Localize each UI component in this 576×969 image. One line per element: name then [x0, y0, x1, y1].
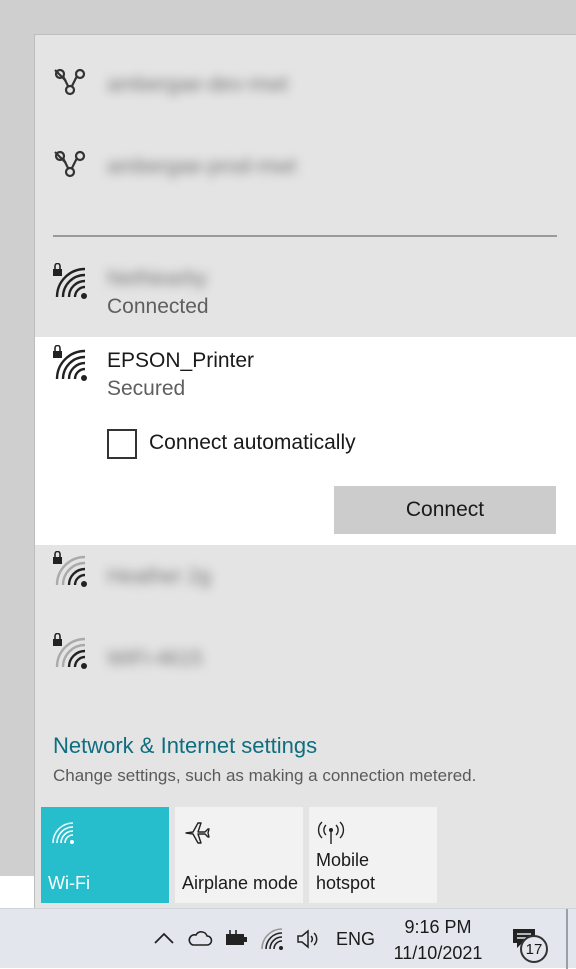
network-name: ambergae-prod-mwt	[107, 155, 297, 178]
network-status: Connected	[107, 295, 209, 318]
cellular-link-icon	[51, 65, 91, 105]
network-item[interactable]: ambergae-dev-mwt	[35, 65, 576, 109]
volume-icon[interactable]	[294, 925, 322, 953]
hotspot-icon	[317, 819, 345, 847]
network-item[interactable]: ambergae-prod-mwt	[35, 147, 576, 191]
secured-wifi-icon	[51, 262, 91, 303]
network-name: WiFi-4615	[107, 647, 203, 670]
network-name: EPSON_Printer	[107, 349, 255, 372]
airplane-mode-tile[interactable]: Airplane mode	[175, 807, 303, 903]
secured-wifi-weak-icon	[51, 550, 91, 591]
network-item[interactable]: WiFi-4615	[35, 632, 576, 683]
hotspot-label-line2: hotspot	[316, 873, 376, 893]
wifi-tile-label: Wi-Fi	[48, 873, 90, 893]
airplane-tile-label: Airplane mode	[182, 873, 299, 893]
wifi-icon	[49, 819, 77, 847]
onedrive-cloud-icon[interactable]	[186, 925, 214, 953]
hotspot-label-line1: Mobile	[316, 850, 370, 870]
network-flyout: ambergae-dev-mwt ambergae-prod-mwt NetNe…	[34, 34, 576, 908]
mobile-hotspot-tile[interactable]: Mobile hotspot	[309, 807, 437, 903]
clock[interactable]: 9:16 PM 11/10/2021	[390, 914, 486, 966]
desktop-background-left	[0, 0, 34, 876]
secured-wifi-icon	[51, 344, 91, 385]
network-item[interactable]: Heather 2g	[35, 550, 576, 601]
hotspot-tile-label: Mobile hotspot	[316, 849, 375, 895]
wifi-tray-icon[interactable]	[258, 925, 286, 953]
chevron-up-icon[interactable]	[150, 925, 178, 953]
network-name: NetNearby	[107, 267, 208, 290]
network-name: ambergae-dev-mwt	[107, 73, 288, 96]
desktop-background-top	[0, 0, 576, 34]
network-settings-link[interactable]: Network & Internet settings	[53, 733, 317, 759]
network-status: Secured	[107, 377, 186, 400]
network-settings-description: Change settings, such as making a connec…	[53, 766, 477, 785]
connect-automatically-label[interactable]: Connect automatically	[149, 431, 356, 455]
connect-button[interactable]: Connect	[334, 486, 556, 534]
airplane-icon	[183, 819, 211, 847]
show-desktop-edge[interactable]	[566, 909, 568, 969]
notification-count-badge: 17	[520, 935, 548, 963]
cellular-link-icon	[51, 147, 91, 187]
network-name: Heather 2g	[107, 565, 211, 588]
network-item-connected[interactable]: NetNearby Connected	[35, 255, 576, 337]
divider	[53, 235, 557, 237]
secured-wifi-weak-icon	[51, 632, 91, 673]
wifi-toggle-tile[interactable]: Wi-Fi	[41, 807, 169, 903]
connect-automatically-checkbox[interactable]	[107, 429, 137, 459]
clock-date: 11/10/2021	[393, 943, 483, 963]
network-item-selected[interactable]: EPSON_Printer Secured Connect automatica…	[35, 337, 576, 545]
taskbar: ENG 9:16 PM 11/10/2021 17	[0, 908, 576, 969]
language-indicator[interactable]: ENG	[336, 929, 375, 950]
desktop-window-edge	[0, 876, 34, 908]
battery-icon[interactable]	[222, 925, 250, 953]
clock-time: 9:16 PM	[404, 917, 472, 937]
